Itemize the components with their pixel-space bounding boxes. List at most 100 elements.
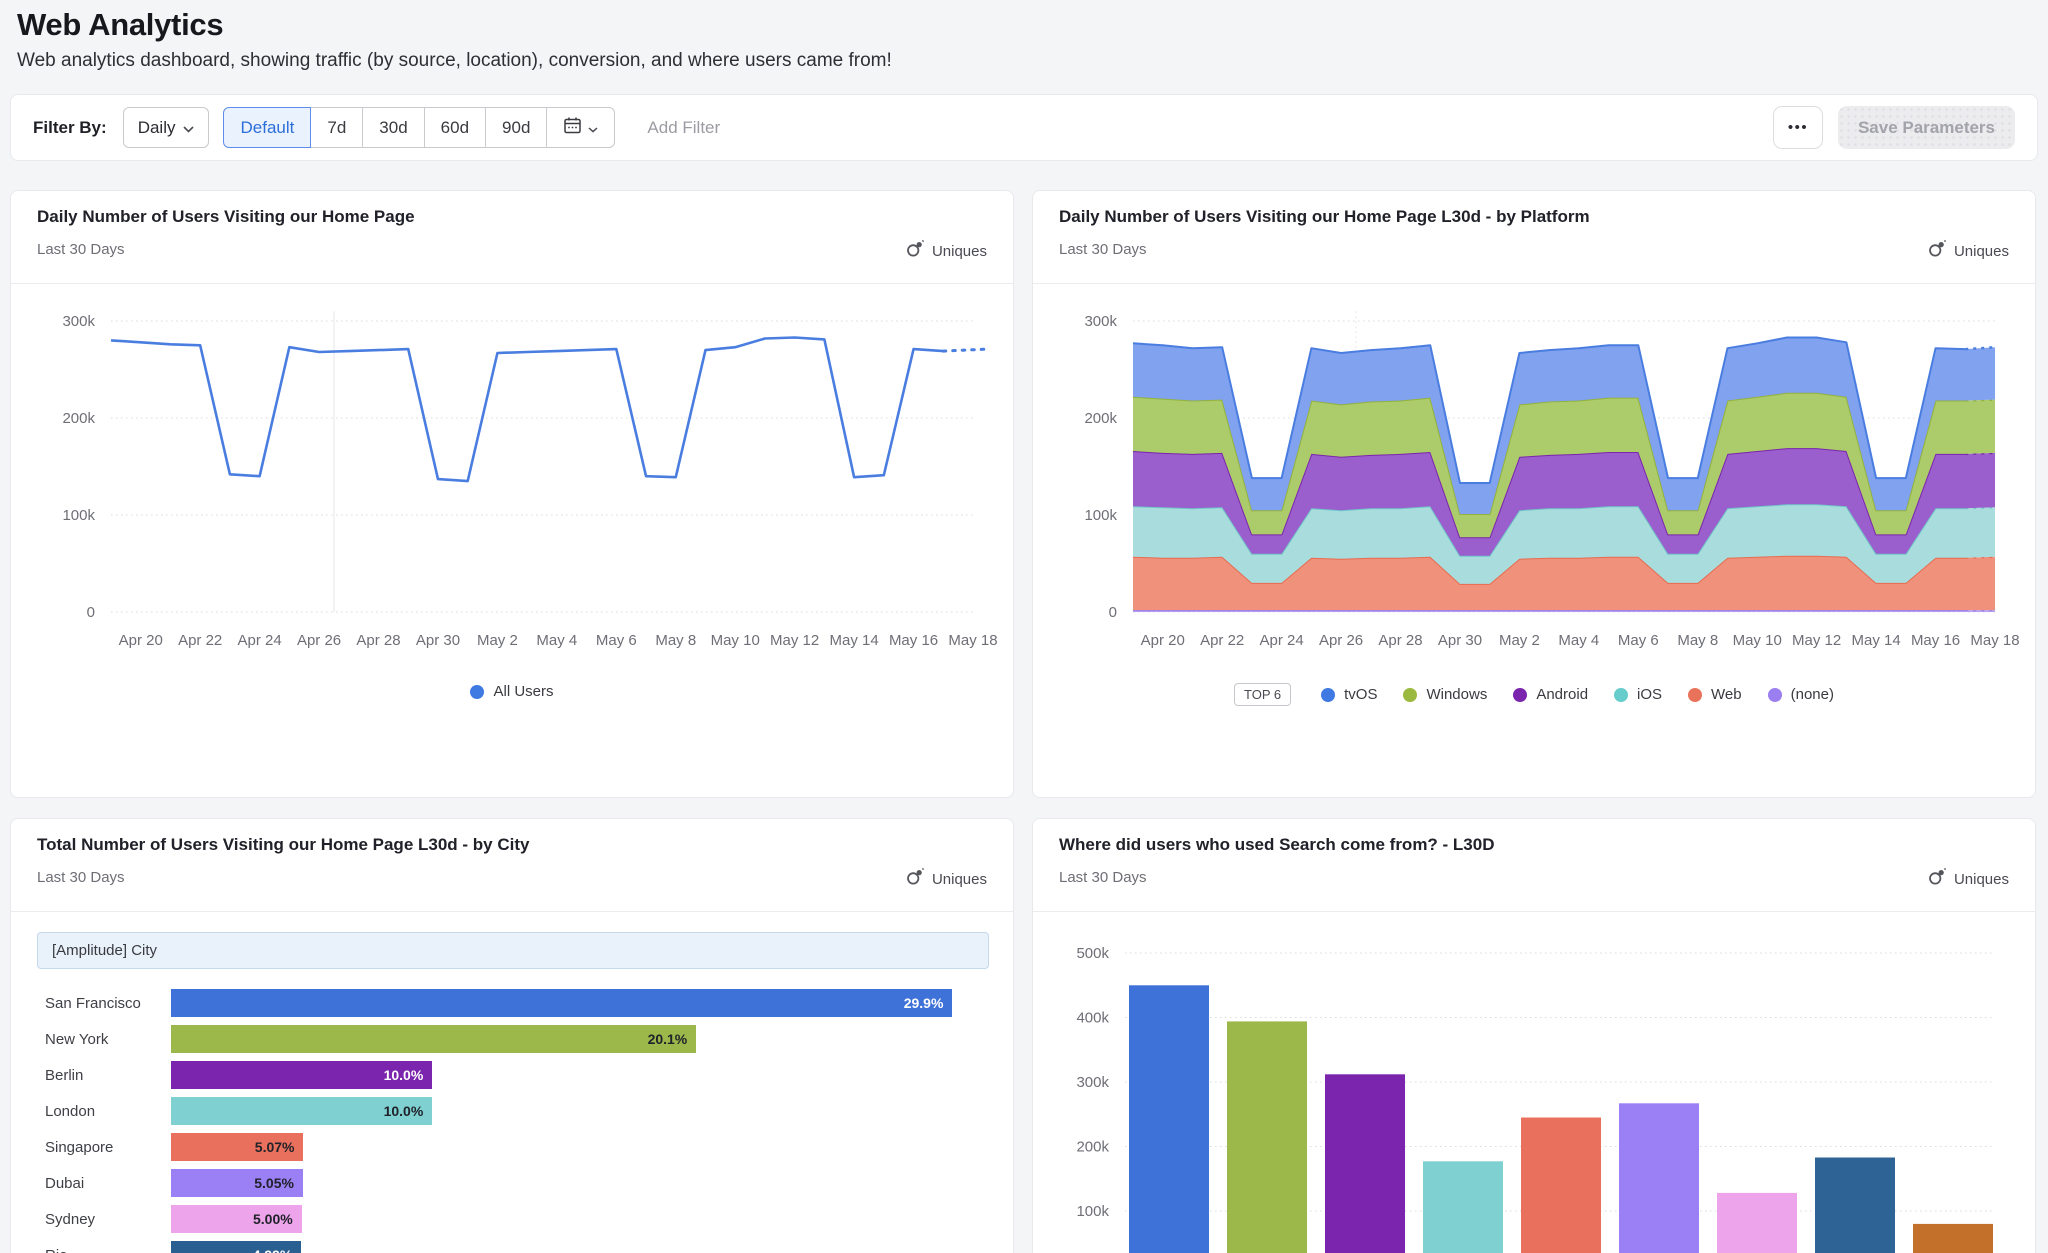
legend-item-web[interactable]: Web <box>1688 686 1742 703</box>
x-tick-label: May 14 <box>830 632 879 649</box>
source-bar-6[interactable] <box>1619 1103 1699 1253</box>
legend-dot <box>1768 688 1782 702</box>
vertical-bar-chart: 500k400k300k200k100k <box>1043 929 2019 1253</box>
card-header-divider <box>11 911 1013 912</box>
x-tick-label: Apr 24 <box>238 632 282 649</box>
source-bar-9[interactable] <box>1913 1224 1993 1253</box>
range-30d-button[interactable]: 30d <box>362 107 424 148</box>
vertical-bar-svg: 500k400k300k200k100k <box>1043 929 2019 1253</box>
add-filter-button[interactable]: Add Filter <box>647 118 720 138</box>
city-row: Dubai 5.05% <box>37 1165 989 1201</box>
uniques-metric[interactable]: Uniques <box>1927 239 2009 263</box>
chevron-down-icon <box>183 118 194 138</box>
all-users-line-incomplete-tail <box>943 349 987 351</box>
card-date-range: Last 30 Days <box>1059 241 1147 258</box>
card-title: Where did users who used Search come fro… <box>1059 835 1495 855</box>
date-range-segmented-control: Default 7d 30d 60d 90d <box>223 107 615 148</box>
legend-item-ios[interactable]: iOS <box>1614 686 1662 703</box>
city-row: Berlin 10.0% <box>37 1057 989 1093</box>
city-bar-track: 5.07% <box>171 1133 955 1161</box>
card-title: Daily Number of Users Visiting our Home … <box>1059 207 1590 227</box>
filter-bar: Filter By: Daily Default 7d 30d 60d 90d <box>10 94 2038 161</box>
city-bar-london[interactable]: 10.0% <box>171 1097 432 1125</box>
range-60d-button[interactable]: 60d <box>424 107 486 148</box>
x-tick-label: May 6 <box>596 632 637 649</box>
uniques-metric[interactable]: Uniques <box>905 867 987 891</box>
legend-dot <box>1688 688 1702 702</box>
granularity-value: Daily <box>138 118 176 138</box>
y-tick-label: 200k <box>1076 1139 1109 1156</box>
city-name-label: Berlin <box>37 1067 155 1084</box>
card-users-by-platform: Daily Number of Users Visiting our Home … <box>1032 190 2036 798</box>
city-name-label: Dubai <box>37 1175 155 1192</box>
range-7d-button[interactable]: 7d <box>310 107 363 148</box>
city-row: Singapore5.07% <box>37 1129 989 1165</box>
uniques-icon <box>1927 239 1947 263</box>
custom-date-range-button[interactable] <box>546 107 615 148</box>
city-bar-track: 10.0% <box>171 1061 955 1089</box>
x-tick-label: Apr 28 <box>1378 632 1422 649</box>
city-row: London10.0% <box>37 1093 989 1129</box>
chevron-down-icon <box>588 118 598 138</box>
x-tick-label: Apr 26 <box>1319 632 1363 649</box>
x-tick-label: May 14 <box>1852 632 1901 649</box>
city-bar-track: 10.0% <box>171 1097 955 1125</box>
x-tick-label: Apr 24 <box>1260 632 1304 649</box>
legend-label: Windows <box>1426 686 1487 703</box>
legend-item-none[interactable]: (none) <box>1768 686 1834 703</box>
card-title: Daily Number of Users Visiting our Home … <box>37 207 415 227</box>
range-90d-button[interactable]: 90d <box>485 107 547 148</box>
range-default-button[interactable]: Default <box>223 107 311 148</box>
uniques-label: Uniques <box>1954 243 2009 260</box>
all-users-line[interactable] <box>111 338 943 482</box>
source-bar-5[interactable] <box>1521 1118 1601 1253</box>
y-tick-label: 200k <box>1084 410 1117 427</box>
city-groupby-field[interactable]: [Amplitude] City <box>37 932 989 969</box>
y-tick-label: 300k <box>62 313 95 330</box>
x-tick-label: May 2 <box>477 632 518 649</box>
legend-label: iOS <box>1637 686 1662 703</box>
granularity-dropdown[interactable]: Daily <box>123 107 210 148</box>
more-options-button[interactable]: ••• <box>1773 106 1823 149</box>
city-bar-sydney[interactable]: 5.00% <box>171 1205 302 1233</box>
legend-item-tvos[interactable]: tvOS <box>1321 686 1377 703</box>
source-bar-8[interactable] <box>1815 1158 1895 1253</box>
city-bar-new-york[interactable]: 20.1% <box>171 1025 696 1053</box>
source-bar-7[interactable] <box>1717 1193 1797 1253</box>
x-tick-label: Apr 28 <box>356 632 400 649</box>
city-bar-san-francisco[interactable]: 29.9% <box>171 989 952 1017</box>
x-tick-label: Apr 20 <box>1141 632 1185 649</box>
legend-item-all-users[interactable]: All Users <box>470 683 553 700</box>
legend-item-windows[interactable]: Windows <box>1403 686 1487 703</box>
source-bar-4[interactable] <box>1423 1161 1503 1253</box>
top-6-badge: TOP 6 <box>1234 683 1291 706</box>
legend-item-android[interactable]: Android <box>1513 686 1588 703</box>
city-name-label: Rio <box>37 1247 155 1253</box>
uniques-icon <box>905 867 925 891</box>
y-tick-label: 100k <box>1084 507 1117 524</box>
uniques-metric[interactable]: Uniques <box>1927 867 2009 891</box>
source-bar-3[interactable] <box>1325 1074 1405 1253</box>
x-tick-label: May 6 <box>1618 632 1659 649</box>
city-bar-track: 5.00% <box>171 1205 955 1233</box>
uniques-metric[interactable]: Uniques <box>905 239 987 263</box>
city-row: Rio 4.99% <box>37 1237 989 1253</box>
save-parameters-button[interactable]: Save Parameters <box>1838 106 2015 149</box>
y-tick-label: 100k <box>62 507 95 524</box>
calendar-icon <box>563 116 582 140</box>
legend-label: Web <box>1711 686 1742 703</box>
city-bar-dubai[interactable]: 5.05% <box>171 1169 303 1197</box>
city-bar-rio[interactable]: 4.99% <box>171 1241 301 1253</box>
legend-label: (none) <box>1791 686 1834 703</box>
card-date-range: Last 30 Days <box>1059 869 1147 886</box>
line-chart: 300k200k100k0Apr 20Apr 22Apr 24Apr 26Apr… <box>21 311 997 671</box>
legend-label: All Users <box>493 683 553 700</box>
source-bar-2[interactable] <box>1227 1021 1307 1253</box>
x-tick-label: May 10 <box>711 632 760 649</box>
city-row: San Francisco29.9% <box>37 985 989 1021</box>
city-bar-singapore[interactable]: 5.07% <box>171 1133 303 1161</box>
city-row: Sydney5.00% <box>37 1201 989 1237</box>
city-bar-berlin[interactable]: 10.0% <box>171 1061 432 1089</box>
source-bar-1[interactable] <box>1129 985 1209 1253</box>
city-bar-track: 20.1% <box>171 1025 955 1053</box>
